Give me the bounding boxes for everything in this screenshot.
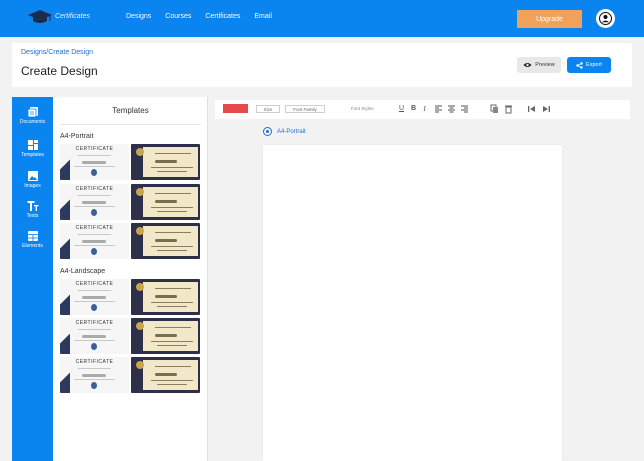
template-thumbnail[interactable] <box>131 318 200 354</box>
copy-icon[interactable] <box>490 104 499 114</box>
sidebar-item-texts[interactable]: Texts <box>12 200 53 228</box>
nav-courses[interactable]: Courses <box>165 13 191 20</box>
text-icon <box>27 201 38 211</box>
preview-label: Preview <box>535 62 555 68</box>
page-title: Create Design <box>21 64 98 78</box>
nav-designs[interactable]: Designs <box>126 13 151 20</box>
breadcrumb[interactable]: Designs/Create Design <box>21 49 93 56</box>
templates-panel: Templates A4-Portrait CERTIFICATE CERTIF… <box>53 97 208 461</box>
preview-button[interactable]: Preview <box>517 57 561 73</box>
delete-icon[interactable] <box>504 104 513 114</box>
font-family-select[interactable]: Font Family <box>285 105 325 113</box>
align-center-icon[interactable] <box>447 104 456 114</box>
avatar[interactable] <box>596 9 615 28</box>
export-label: Export <box>586 62 602 68</box>
export-button[interactable]: Export <box>567 57 611 73</box>
sidebar-item-elements[interactable]: Elements <box>12 230 53 258</box>
sidebar-item-documents[interactable]: Documents <box>12 106 53 134</box>
underline-icon[interactable]: U <box>397 104 406 114</box>
sidebar-item-images[interactable]: Images <box>12 170 53 198</box>
color-swatch[interactable] <box>223 104 248 113</box>
format-toolbar: Size Font Family Font Styles U B I <box>215 100 630 119</box>
logo-text: Certificates <box>55 13 91 20</box>
tool-sidebar: Documents Templates Images Texts Element… <box>12 97 53 461</box>
seal-icon <box>136 227 144 235</box>
thumb-title: CERTIFICATE <box>75 225 114 231</box>
thumb-title: CERTIFICATE <box>75 359 114 365</box>
app-logo[interactable]: Certificates <box>27 9 91 27</box>
sidebar-item-label: Elements <box>22 243 43 249</box>
seal-icon <box>136 188 144 196</box>
template-thumbnail[interactable]: CERTIFICATE <box>60 357 129 393</box>
thumb-title: CERTIFICATE <box>75 186 114 192</box>
skip-back-icon[interactable] <box>527 104 536 114</box>
design-canvas[interactable] <box>263 145 562 461</box>
graduation-cap-icon <box>28 10 52 23</box>
upgrade-button[interactable]: Upgrade <box>517 10 582 28</box>
template-thumbnail[interactable]: CERTIFICATE <box>60 184 129 220</box>
user-icon <box>599 12 612 25</box>
image-icon <box>27 171 38 181</box>
seal-icon <box>136 322 144 330</box>
italic-icon[interactable]: I <box>420 104 429 114</box>
template-thumbnail[interactable] <box>131 279 200 315</box>
sidebar-item-label: Images <box>24 183 41 189</box>
section-label-landscape: A4-Landscape <box>60 268 106 275</box>
sidebar-item-label: Documents <box>19 119 46 125</box>
eye-icon <box>523 63 532 67</box>
template-thumbnail[interactable] <box>131 184 200 220</box>
font-styles-label: Font Styles <box>351 106 374 111</box>
thumb-title: CERTIFICATE <box>75 281 114 287</box>
templates-icon <box>27 140 38 150</box>
design-editor: Size Font Family Font Styles U B I A4-Po… <box>209 97 632 461</box>
page-header: Designs/Create Design Create Design Prev… <box>12 43 632 87</box>
elements-icon <box>27 231 38 241</box>
orientation-option[interactable]: A4-Portrait <box>263 127 306 136</box>
sidebar-item-label: Templates <box>21 152 44 158</box>
thumb-title: CERTIFICATE <box>75 320 114 326</box>
template-thumbnail[interactable]: CERTIFICATE <box>60 223 129 259</box>
divider <box>61 124 201 125</box>
nav-email[interactable]: Email <box>254 13 272 20</box>
top-navbar: Certificates Designs Courses Certificate… <box>0 0 644 37</box>
medal-icon <box>91 382 97 389</box>
sidebar-item-label: Texts <box>26 213 39 219</box>
seal-icon <box>136 283 144 291</box>
template-thumbnail[interactable] <box>131 144 200 180</box>
align-left-icon[interactable] <box>434 104 443 114</box>
template-thumbnail[interactable]: CERTIFICATE <box>60 279 129 315</box>
medal-icon <box>91 248 97 255</box>
seal-icon <box>136 361 144 369</box>
share-icon <box>576 61 583 69</box>
main-nav: Designs Courses Certificates Email <box>126 13 272 20</box>
size-select[interactable]: Size <box>256 105 280 113</box>
orientation-label: A4-Portrait <box>277 128 306 135</box>
template-thumbnail[interactable]: CERTIFICATE <box>60 144 129 180</box>
skip-forward-icon[interactable] <box>542 104 551 114</box>
template-thumbnail[interactable] <box>131 357 200 393</box>
section-label-portrait: A4-Portrait <box>60 133 94 140</box>
medal-icon <box>91 304 97 311</box>
seal-icon <box>136 148 144 156</box>
radio-selected[interactable] <box>263 127 272 136</box>
thumb-title: CERTIFICATE <box>75 146 114 152</box>
nav-certificates[interactable]: Certificates <box>205 13 240 20</box>
templates-title: Templates <box>112 106 149 115</box>
align-right-icon[interactable] <box>460 104 469 114</box>
medal-icon <box>91 343 97 350</box>
bold-icon[interactable]: B <box>409 104 418 114</box>
template-thumbnail[interactable] <box>131 223 200 259</box>
sidebar-item-templates[interactable]: Templates <box>12 139 53 167</box>
medal-icon <box>91 169 97 176</box>
documents-icon <box>27 107 38 118</box>
medal-icon <box>91 209 97 216</box>
template-thumbnail[interactable]: CERTIFICATE <box>60 318 129 354</box>
